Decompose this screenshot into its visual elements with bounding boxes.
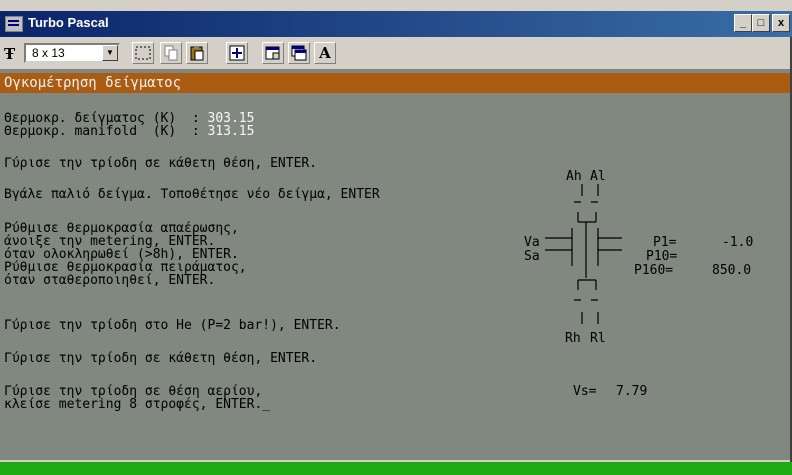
ah-label: Ah: [566, 169, 582, 184]
fullscreen-icon: [229, 45, 245, 61]
copy-button[interactable]: [160, 42, 182, 64]
status-bar: [0, 462, 792, 475]
rh-label: Rh: [565, 331, 581, 346]
pipe-line: [581, 312, 599, 324]
paste-button[interactable]: [186, 42, 208, 64]
al-label: Al: [590, 169, 606, 184]
rl-label: Rl: [590, 331, 606, 346]
mark-button[interactable]: [132, 42, 154, 64]
paste-icon: [190, 46, 204, 61]
background-icon: [291, 45, 307, 61]
font-tt-icon: Ŧ: [4, 45, 16, 63]
pipe-line: [571, 228, 599, 266]
window-title: Turbo Pascal: [28, 15, 109, 30]
title-bar[interactable]: Turbo Pascal _ □ x: [0, 11, 792, 37]
background-button[interactable]: [288, 42, 310, 64]
va-label: Va: [524, 235, 540, 250]
minimize-button[interactable]: _: [734, 14, 752, 32]
vs-label: Vs=: [573, 384, 597, 399]
p1-label: P1=: [653, 235, 677, 250]
p1-value: -1.0: [722, 235, 754, 250]
pipe-line: [577, 279, 597, 290]
dos-window: Turbo Pascal _ □ x Ŧ 8 x 13 ▼ A Ογκομέτρ…: [0, 0, 792, 475]
maximize-button[interactable]: □: [752, 14, 770, 32]
p160-label: P160=: [634, 263, 674, 278]
copy-icon: [164, 45, 178, 61]
fullscreen-button[interactable]: [226, 42, 248, 64]
properties-button[interactable]: [262, 42, 284, 64]
sa-label: Sa: [524, 249, 540, 264]
p160-value: 850.0: [712, 263, 752, 278]
pipe-line: [577, 212, 597, 223]
p10-label: P10=: [646, 249, 678, 264]
app-icon[interactable]: [5, 16, 23, 32]
mark-icon: [135, 46, 151, 60]
pipe-line: [581, 184, 599, 196]
font-size-select[interactable]: 8 x 13 ▼: [24, 43, 120, 63]
font-a-icon[interactable]: A: [314, 42, 336, 64]
console-area[interactable]: Ογκομέτρηση δείγματος Θερμοκρ. δείγματος…: [0, 70, 790, 460]
close-button[interactable]: x: [772, 14, 790, 32]
chevron-down-icon[interactable]: ▼: [102, 45, 118, 61]
properties-icon: [265, 46, 280, 60]
toolbar: Ŧ 8 x 13 ▼ A: [0, 37, 792, 70]
vs-value: 7.79: [616, 384, 648, 399]
font-size-value: 8 x 13: [32, 46, 65, 60]
